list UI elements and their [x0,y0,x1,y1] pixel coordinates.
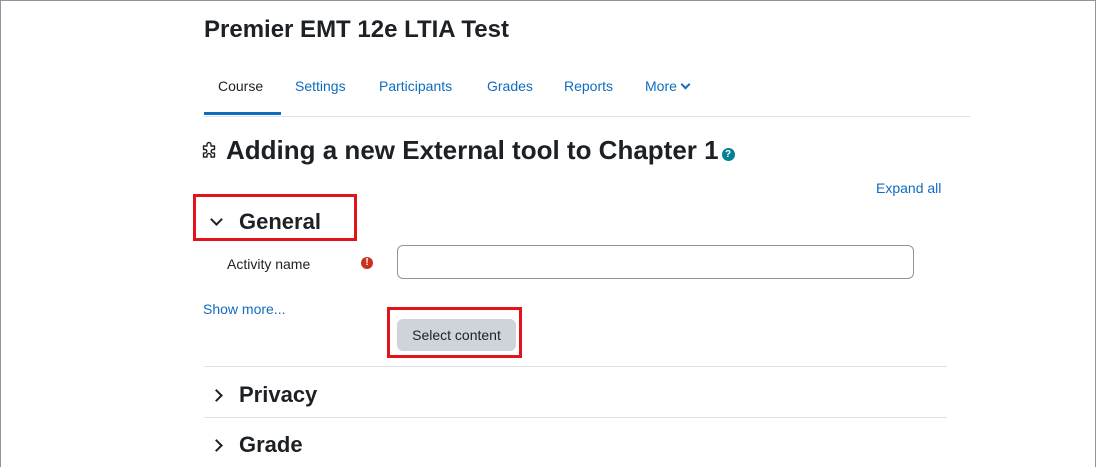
section-privacy-toggle[interactable]: Privacy [210,382,318,408]
chevron-right-icon [210,388,223,402]
course-nav: Course Settings Participants Grades Repo… [204,72,970,117]
tab-course[interactable]: Course [218,78,263,94]
active-tab-indicator [204,112,281,115]
puzzle-icon [202,141,216,158]
activity-name-label: Activity name [227,256,311,272]
chevron-down-icon [680,79,691,90]
expand-all-link[interactable]: Expand all [876,180,941,196]
section-grade-toggle[interactable]: Grade [210,432,303,458]
section-privacy-label: Privacy [239,382,318,407]
required-icon: ! [361,257,373,269]
screenshot-frame [0,0,1096,467]
page-title-text: Adding a new External tool to Chapter 1 [226,135,719,165]
section-divider [204,366,947,367]
section-divider [204,417,947,418]
tab-reports[interactable]: Reports [564,78,613,94]
tab-settings[interactable]: Settings [295,78,346,94]
show-more-link[interactable]: Show more... [203,301,285,317]
tab-more[interactable]: More [645,78,691,94]
page-title: Adding a new External tool to Chapter 1 … [200,135,735,166]
activity-name-input[interactable] [397,245,914,279]
chevron-right-icon [210,438,223,452]
tab-more-label: More [645,78,677,94]
tab-participants[interactable]: Participants [379,78,452,94]
question-icon[interactable]: ? [721,148,735,161]
highlight-select-content [387,307,522,358]
course-title: Premier EMT 12e LTIA Test [204,16,509,43]
section-grade-label: Grade [239,432,303,457]
tab-grades[interactable]: Grades [487,78,533,94]
highlight-general [193,194,357,241]
